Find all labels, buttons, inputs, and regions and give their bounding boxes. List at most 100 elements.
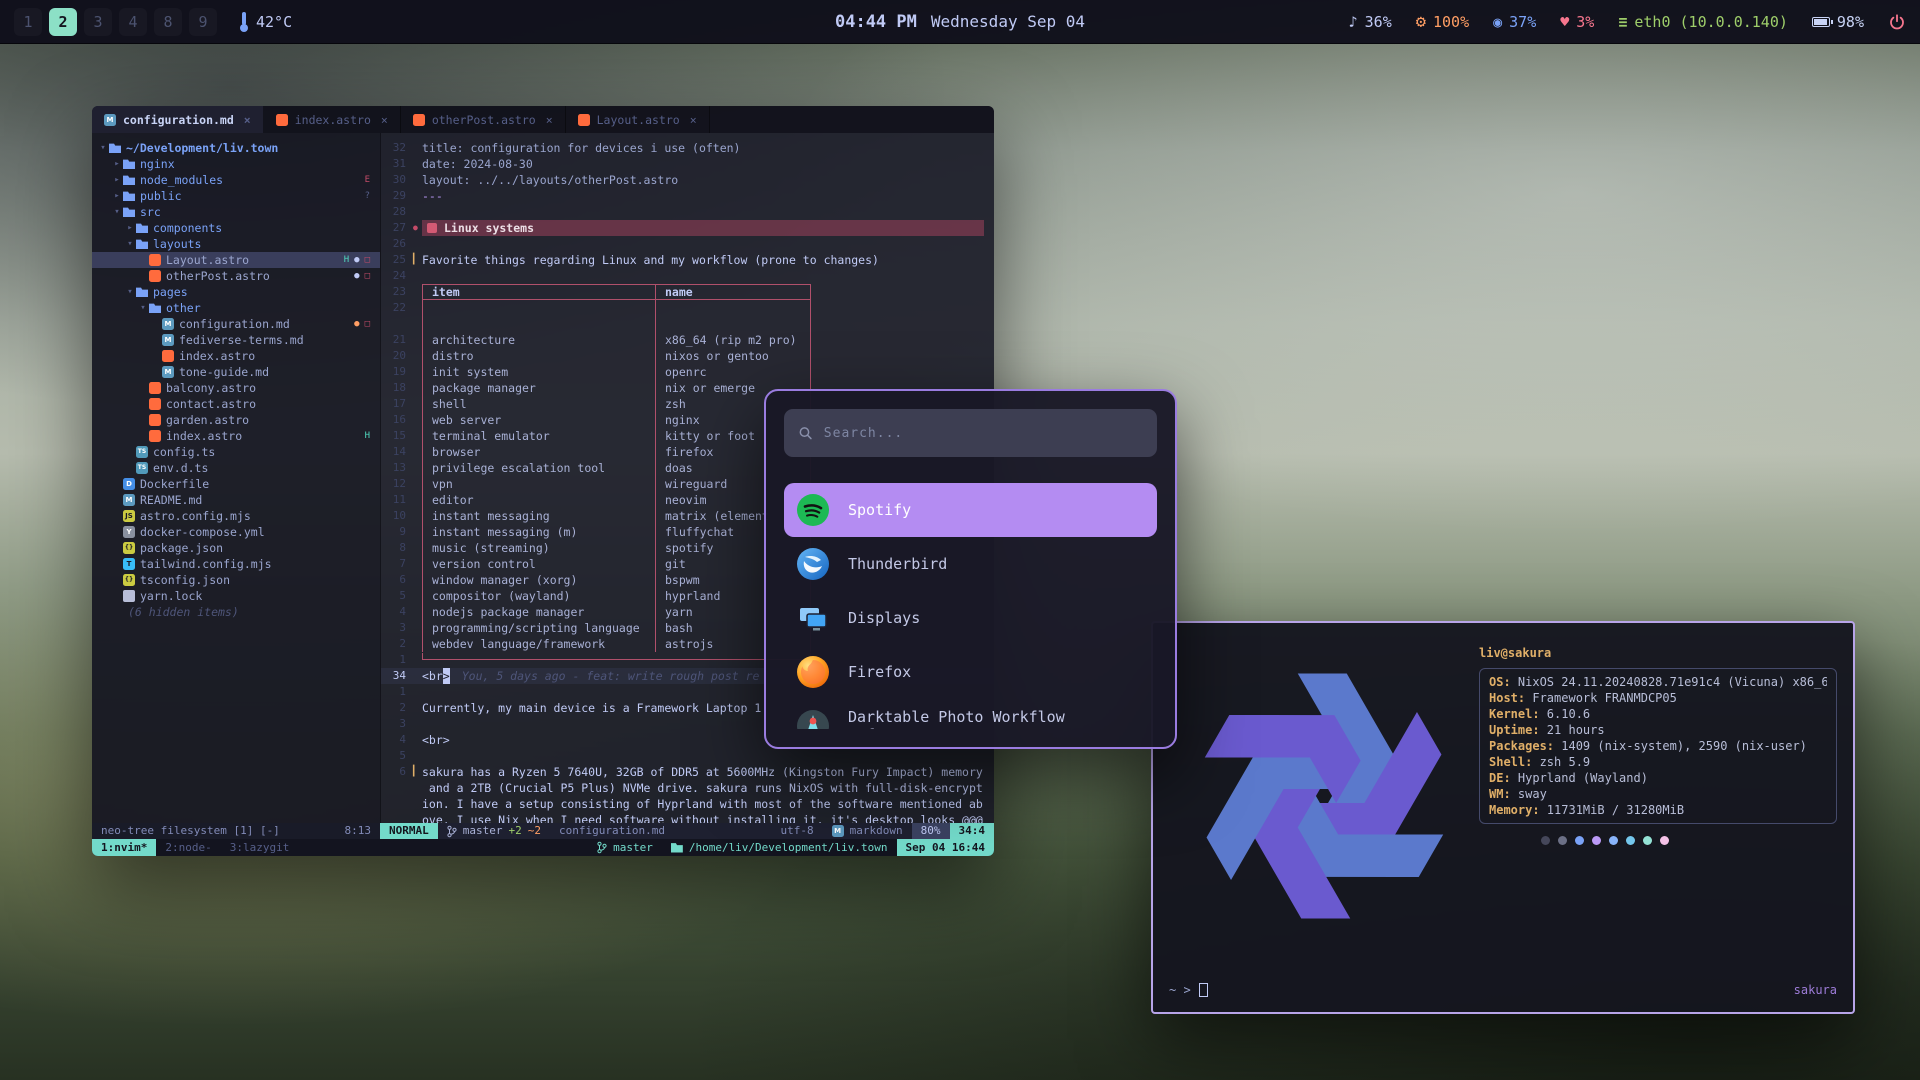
tree-item-pages[interactable]: ▾pages — [92, 284, 380, 300]
buffer-line[interactable]: 26 — [381, 236, 994, 252]
tree-item-configuration.md[interactable]: Mconfiguration.md●□ — [92, 316, 380, 332]
module-value: 37% — [1509, 13, 1536, 31]
temperature-module[interactable]: 42°C — [239, 12, 292, 32]
workspace-3[interactable]: 3 — [84, 8, 112, 36]
tree-item-docker-compose.yml[interactable]: Ydocker-compose.yml — [92, 524, 380, 540]
buffer-line[interactable]: 24 — [381, 268, 994, 284]
buffer-line[interactable]: 31date: 2024-08-30 — [381, 156, 994, 172]
session-name: sakura — [1794, 982, 1837, 998]
buffer-line[interactable]: 27●Linux systems — [381, 220, 994, 236]
workspace-1[interactable]: 1 — [14, 8, 42, 36]
buffer-line[interactable]: 23itemname — [381, 284, 994, 300]
tree-item-other[interactable]: ▾other — [92, 300, 380, 316]
buffer-line[interactable]: 6▎sakura has a Ryzen 5 7640U, 32GB of DD… — [381, 764, 994, 780]
tmux-window-1:nvim*[interactable]: 1:nvim* — [92, 839, 156, 856]
tree-item-Layout.astro[interactable]: Layout.astroH●□ — [92, 252, 380, 268]
tree-item-node_modules[interactable]: ▸node_modulesE — [92, 172, 380, 188]
tab-configuration.md[interactable]: Mconfiguration.md× — [92, 106, 264, 133]
tree-item-index.astro[interactable]: index.astroH — [92, 428, 380, 444]
tree-item-tone-guide.md[interactable]: Mtone-guide.md — [92, 364, 380, 380]
tree-item-layouts[interactable]: ▾layouts — [92, 236, 380, 252]
module-brightness[interactable]: 100% — [1416, 12, 1469, 32]
module-volume[interactable]: 36% — [1349, 13, 1392, 31]
buffer-line[interactable] — [381, 316, 994, 332]
tree-item-env.d.ts[interactable]: TSenv.d.ts — [92, 460, 380, 476]
statusline-tree-section: neo-tree filesystem [1] [-] 8:13 — [92, 823, 380, 839]
buffer-line[interactable]: 21architecturex86_64 (rip m2 pro) — [381, 332, 994, 348]
tree-item-balcony.astro[interactable]: balcony.astro — [92, 380, 380, 396]
workspace-8[interactable]: 8 — [154, 8, 182, 36]
tree-item-fediverse-terms.md[interactable]: Mfediverse-terms.md — [92, 332, 380, 348]
buffer-line[interactable]: 22 — [381, 300, 994, 316]
line-number: 5 — [381, 588, 413, 604]
tab-otherPost.astro[interactable]: otherPost.astro× — [401, 106, 566, 133]
buffer-line[interactable]: 32title: configuration for devices i use… — [381, 140, 994, 156]
tree-item-tailwind.config.mjs[interactable]: Ttailwind.config.mjs — [92, 556, 380, 572]
close-icon[interactable]: × — [244, 112, 251, 128]
clock[interactable]: 04:44 PM Wednesday Sep 04 — [835, 12, 1085, 32]
text: title: configuration for devices i use (… — [422, 140, 741, 156]
tmux-window-3:lazygit[interactable]: 3:lazygit — [221, 839, 299, 856]
shell-prompt[interactable]: ~ > sakura — [1169, 982, 1837, 998]
buffer-line[interactable]: 25▎Favorite things regarding Linux and m… — [381, 252, 994, 268]
tree-item-astro.config.mjs[interactable]: JSastro.config.mjs — [92, 508, 380, 524]
tree-item-tsconfig.json[interactable]: {}tsconfig.json — [92, 572, 380, 588]
line-number: 23 — [381, 284, 413, 300]
buffer-line[interactable]: ion. I have a setup consisting of Hyprla… — [381, 796, 994, 812]
tree-item-Dockerfile[interactable]: DDockerfile — [92, 476, 380, 492]
close-icon[interactable]: × — [690, 112, 697, 128]
buffer-line[interactable]: 30layout: ../../layouts/otherPost.astro — [381, 172, 994, 188]
line-number: 16 — [381, 412, 413, 428]
tab-index.astro[interactable]: index.astro× — [264, 106, 401, 133]
app-item-Spotify[interactable]: Spotify — [784, 483, 1157, 537]
module-cpu[interactable]: 3% — [1560, 13, 1594, 31]
module-battery[interactable]: 98% — [1812, 13, 1864, 31]
module-network[interactable]: eth0 (10.0.0.140) — [1618, 13, 1788, 31]
tree-item-label: README.md — [140, 492, 202, 508]
heart-icon — [1560, 13, 1569, 31]
tree-item-package.json[interactable]: {}package.json — [92, 540, 380, 556]
tree-item-config.ts[interactable]: TSconfig.ts — [92, 444, 380, 460]
tree-item-src[interactable]: ▾src — [92, 204, 380, 220]
buffer-line[interactable]: 28 — [381, 204, 994, 220]
power-button[interactable] — [1888, 13, 1906, 31]
app-item-Displays[interactable]: Displays — [784, 591, 1157, 645]
tab-Layout.astro[interactable]: Layout.astro× — [566, 106, 710, 133]
tree-item-(6 hidden items)[interactable]: (6 hidden items) — [92, 604, 380, 620]
workspace-2[interactable]: 2 — [49, 8, 77, 36]
buffer-line[interactable]: ove. I use Nix when I need software with… — [381, 812, 994, 823]
tree-item-index.astro[interactable]: index.astro — [92, 348, 380, 364]
sign-column — [413, 332, 422, 348]
tree-item-otherPost.astro[interactable]: otherPost.astro●□ — [92, 268, 380, 284]
app-item-Darktable Photo Workflow Software[interactable]: Darktable Photo Workflow Software — [784, 699, 1157, 729]
module-value: 100% — [1433, 13, 1469, 31]
app-item-Firefox[interactable]: Firefox — [784, 645, 1157, 699]
close-icon[interactable]: × — [546, 112, 553, 128]
search-input[interactable] — [824, 426, 1143, 441]
tree-item-contact.astro[interactable]: contact.astro — [92, 396, 380, 412]
fetch-label: Shell: — [1489, 755, 1540, 769]
tree-item-label: (6 hidden items) — [128, 604, 239, 620]
tree-item-README.md[interactable]: MREADME.md — [92, 492, 380, 508]
tree-item-nginx[interactable]: ▸nginx — [92, 156, 380, 172]
tree-item-components[interactable]: ▸components — [92, 220, 380, 236]
app-item-Thunderbird[interactable]: Thunderbird — [784, 537, 1157, 591]
tree-item-garden.astro[interactable]: garden.astro — [92, 412, 380, 428]
tmux-window-2:node-[interactable]: 2:node- — [156, 839, 220, 856]
buffer-line[interactable]: 19init systemopenrc — [381, 364, 994, 380]
tree-item-yarn.lock[interactable]: yarn.lock — [92, 588, 380, 604]
fetch-label: Kernel: — [1489, 707, 1547, 721]
app-list: SpotifyThunderbirdDisplaysFirefoxDarktab… — [784, 483, 1157, 729]
fetch-user-host: liv@sakura — [1479, 645, 1837, 661]
buffer-line[interactable]: and a 2TB (Crucial P5 Plus) NVMe drive. … — [381, 780, 994, 796]
buffer-line[interactable]: 20distronixos or gentoo — [381, 348, 994, 364]
workspace-4[interactable]: 4 — [119, 8, 147, 36]
module-disk[interactable]: 37% — [1493, 13, 1536, 31]
search-box[interactable] — [784, 409, 1157, 457]
close-icon[interactable]: × — [381, 112, 388, 128]
tree-root[interactable]: ▾ ~/Development/liv.town — [92, 140, 380, 156]
buffer-line[interactable]: 29--- — [381, 188, 994, 204]
tree-item-public[interactable]: ▸public? — [92, 188, 380, 204]
buffer-line[interactable]: 5 — [381, 748, 994, 764]
workspace-9[interactable]: 9 — [189, 8, 217, 36]
